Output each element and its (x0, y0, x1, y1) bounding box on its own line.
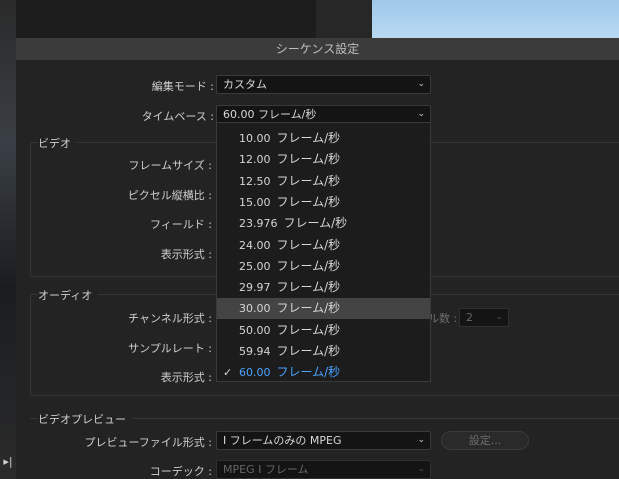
timebase-option-unit: フレーム/秒 (276, 344, 341, 358)
timebase-option-label: 10.00 (239, 132, 271, 145)
preview-settings-button[interactable]: 設定... (441, 431, 529, 450)
timebase-option[interactable]: 24.00 フレーム/秒 (217, 235, 430, 256)
timebase-option-text: 12.50 フレーム/秒 (239, 171, 340, 192)
audio-group-title: オーディオ (38, 287, 99, 303)
chevron-down-icon: ⌄ (417, 109, 425, 119)
timebase-option-text: 15.00 フレーム/秒 (239, 192, 340, 213)
video-preview-title: ビデオプレビュー (38, 411, 132, 427)
codec-label: コーデック : (149, 465, 212, 478)
pixel-aspect-label: ピクセル縦横比 : (127, 189, 212, 202)
codec-value: MPEG I フレーム (223, 463, 309, 476)
timebase-option-label: 24.00 (239, 238, 271, 252)
channel-format-label: チャンネル形式 : (128, 312, 212, 325)
field-label: フィールド : (150, 218, 212, 231)
preview-file-format-value: I フレームのみの MPEG (223, 434, 342, 447)
timebase-option[interactable]: 29.97 フレーム/秒 (217, 277, 430, 298)
video-display-format-label: 表示形式 : (160, 248, 212, 261)
checkmark-icon: ✓ (223, 366, 233, 380)
audio-display-format-label: 表示形式 : (160, 371, 212, 384)
timebase-option-unit: フレーム/秒 (283, 216, 348, 231)
timebase-option-unit: フレーム/秒 (276, 173, 341, 188)
timebase-option-unit: フレーム/秒 (276, 131, 341, 145)
timebase-option[interactable]: 23.976 フレーム/秒 (217, 213, 430, 234)
timebase-option-unit: フレーム/秒 (276, 194, 341, 209)
channels-value: 2 (466, 311, 473, 324)
timebase-option-label: 29.97 (239, 281, 271, 295)
timebase-label: タイムベース : (141, 110, 214, 123)
preview-file-format-select[interactable]: I フレームのみの MPEG ⌄ (216, 431, 431, 450)
timebase-option[interactable]: 15.00 フレーム/秒 (217, 192, 430, 213)
edit-mode-label: 編集モード : (151, 80, 214, 93)
timebase-option[interactable]: 59.94 フレーム/秒 (217, 341, 430, 362)
timebase-option-text: 12.00 フレーム/秒 (239, 149, 340, 170)
timebase-option-label: 15.00 (239, 195, 271, 209)
timebase-option-text: 10.00 フレーム/秒 (239, 128, 340, 149)
sample-rate-label: サンプルレート : (128, 342, 212, 355)
timebase-option-text: 25.00 フレーム/秒 (239, 256, 340, 277)
timebase-option-label: 25.00 (239, 259, 271, 273)
frame-size-label: フレームサイズ : (128, 159, 212, 172)
timebase-option-unit: フレーム/秒 (276, 322, 341, 337)
timebase-option-text: 29.97 フレーム/秒 (239, 277, 340, 298)
timebase-option-unit: フレーム/秒 (276, 365, 341, 380)
timebase-option[interactable]: 12.50 フレーム/秒 (217, 171, 430, 192)
background-trim-icon: ▸| (3, 455, 13, 468)
timebase-option[interactable]: 12.00 フレーム/秒 (217, 149, 430, 170)
channels-select[interactable]: 2 ⌄ (459, 308, 509, 327)
chevron-down-icon: ⌄ (495, 312, 503, 322)
chevron-down-icon: ⌄ (417, 435, 425, 445)
timebase-value: 60.00 フレーム/秒 (223, 108, 317, 121)
timebase-option[interactable]: 30.00 フレーム/秒 (217, 298, 430, 320)
timebase-option-label: 59.94 (239, 345, 271, 358)
video-group-title: ビデオ (38, 135, 77, 151)
edit-mode-select[interactable]: カスタム ⌄ (216, 75, 431, 94)
timebase-option-unit: フレーム/秒 (276, 237, 341, 252)
codec-select[interactable]: MPEG I フレーム ⌄ (216, 460, 431, 479)
timebase-option-unit: フレーム/秒 (276, 301, 341, 316)
timebase-option-label: 50.00 (239, 323, 271, 337)
background-app-panel (16, 0, 316, 38)
timebase-option-unit: フレーム/秒 (276, 152, 341, 167)
timebase-option-text: 30.00 フレーム/秒 (239, 298, 340, 319)
timebase-option-unit: フレーム/秒 (276, 258, 341, 273)
timebase-option-label: 60.00 (239, 366, 271, 380)
timebase-dropdown-list: 10.00 フレーム/秒 12.00 フレーム/秒 12.50 フレーム/秒 15.00 フレ… (216, 122, 431, 382)
timebase-option-text: 23.976 フレーム/秒 (239, 213, 347, 234)
timebase-option[interactable]: 10.00 フレーム/秒 (217, 128, 430, 149)
edit-mode-value: カスタム (223, 78, 267, 91)
background-app-divider (316, 0, 372, 38)
timebase-option-unit: フレーム/秒 (276, 280, 341, 295)
timebase-option-text: 24.00 フレーム/秒 (239, 235, 340, 256)
timebase-option-label: 30.00 (239, 302, 271, 316)
timebase-option-label: 12.50 (239, 174, 271, 188)
timebase-option-text: 59.94 フレーム/秒 (239, 341, 340, 362)
timebase-option[interactable]: ✓ 60.00 フレーム/秒 (217, 362, 430, 383)
timebase-option[interactable]: 50.00 フレーム/秒 (217, 320, 430, 341)
preview-file-format-label: プレビューファイル形式 : (84, 436, 212, 449)
timebase-option-label: 12.00 (239, 153, 271, 167)
timebase-option-text: 50.00 フレーム/秒 (239, 320, 340, 341)
dialog-title: シーケンス設定 (16, 38, 619, 60)
timebase-option-text: 60.00 フレーム/秒 (239, 362, 340, 383)
background-video-preview (372, 0, 619, 38)
timebase-option-label: 23.976 (239, 217, 278, 231)
channels-label: ル数 : (428, 312, 458, 325)
timebase-option[interactable]: 25.00 フレーム/秒 (217, 256, 430, 277)
background-app-left (0, 0, 16, 479)
chevron-down-icon: ⌄ (417, 464, 425, 474)
chevron-down-icon: ⌄ (417, 79, 425, 89)
